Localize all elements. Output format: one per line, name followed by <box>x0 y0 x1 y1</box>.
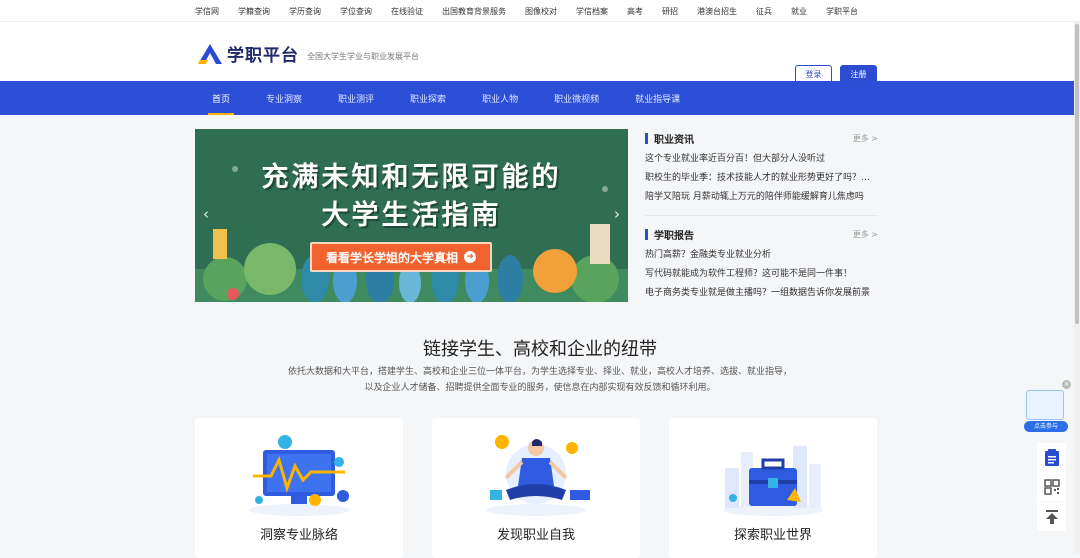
logo-mark-icon <box>196 43 224 65</box>
top-link-xuezhi[interactable]: 学职平台 <box>826 6 858 17</box>
top-links: 学信网 学籍查询 学历查询 学位查询 在线验证 出国教育背景服务 图像校对 学信… <box>195 0 877 22</box>
side-tool-back-to-top[interactable] <box>1037 502 1066 531</box>
banner-headline-2: 大学生活指南 <box>321 200 502 231</box>
meditation-person-icon <box>486 435 590 516</box>
chevron-left-icon[interactable]: ‹ <box>203 205 209 223</box>
career-report-item[interactable]: 写代码就能成为软件工程师？这可能不是同一件事！ <box>645 265 878 284</box>
back-to-top-icon <box>1045 509 1058 524</box>
top-link-xueji[interactable]: 学籍查询 <box>238 6 270 17</box>
section-description: 依托大数据和大平台，搭建学生、高校和企业三位一体平台，为学生选择专业、择业、就业… <box>270 364 810 396</box>
career-report-item[interactable]: 电子商务类专业就是做主播吗？一组数据告诉你发展前景 <box>645 284 878 303</box>
side-tool-notes[interactable] <box>1037 443 1066 472</box>
career-news-item[interactable]: 职校生的毕业季：技术技能人才的就业形势更好了吗？（二） <box>645 169 878 188</box>
top-link-zhengbing[interactable]: 征兵 <box>756 6 772 17</box>
close-icon[interactable]: × <box>1062 380 1071 389</box>
feature-card-caption: 发现职业自我 <box>496 528 575 543</box>
top-link-gaokao[interactable]: 高考 <box>627 6 643 17</box>
floating-promo[interactable]: 点击参与 × <box>1024 380 1071 434</box>
section-description-line: 依托大数据和大平台，搭建学生、高校和企业三位一体平台，为学生选择专业、择业、就业… <box>287 367 792 377</box>
section-marker <box>645 228 648 240</box>
career-news-panel: 职业资讯 更多 > 这个专业就业率近百分百！但大部分人没听过 职校生的毕业季：技… <box>645 130 878 207</box>
top-link-bar: 学信网 学籍查询 学历查询 学位查询 在线验证 出国教育背景服务 图像校对 学信… <box>0 0 1080 22</box>
feature-card-career-world[interactable]: 探索职业世界 <box>669 418 877 558</box>
hero-banner[interactable]: 充满未知和无限可能的 大学生活指南 看看学长学姐的大学真相 ➜ ‹ › <box>195 129 628 302</box>
career-report-more-link[interactable]: 更多 > <box>853 229 878 240</box>
scrollbar-thumb[interactable] <box>1075 24 1079 324</box>
career-report-title: 学职报告 <box>654 230 694 242</box>
document-icon <box>1044 448 1059 466</box>
site-logo[interactable]: 学职平台 全国大学生学业与职业发展平台 <box>196 41 419 66</box>
feature-card-caption: 洞察专业脉络 <box>259 528 338 543</box>
banner-cta-label: 看看学长学姐的大学真相 <box>326 250 459 265</box>
top-link-archive[interactable]: 学信档案 <box>576 6 608 17</box>
chevron-right-icon[interactable]: › <box>614 205 620 223</box>
top-link-jiuye[interactable]: 就业 <box>791 6 807 17</box>
career-news-item[interactable]: 陪学又陪玩 月薪动辄上万元的陪伴师能缓解育儿焦虑吗 <box>645 188 878 207</box>
banner-cta-button[interactable]: 看看学长学姐的大学真相 ➜ <box>310 242 493 272</box>
monitor-chart-icon <box>249 435 349 516</box>
nav-item-career-video[interactable]: 职业微视频 <box>542 81 611 115</box>
career-news-item[interactable]: 这个专业就业率近百分百！但大部分人没听过 <box>645 150 878 169</box>
logo-slogan: 全国大学生学业与职业发展平台 <box>307 52 419 61</box>
promo-board-icon <box>1026 390 1064 420</box>
nav-item-major-insight[interactable]: 专业洞察 <box>254 81 314 115</box>
top-link-xuewei[interactable]: 学位查询 <box>340 6 372 17</box>
top-link-verify[interactable]: 在线验证 <box>391 6 423 17</box>
qr-code-icon <box>1043 478 1060 495</box>
top-link-xueli[interactable]: 学历查询 <box>289 6 321 17</box>
floating-promo-label: 点击参与 <box>1024 421 1068 432</box>
side-tool-qrcode[interactable] <box>1037 472 1066 501</box>
career-news-more-link[interactable]: 更多 > <box>853 133 878 144</box>
top-link-abroad[interactable]: 出国教育背景服务 <box>442 6 506 17</box>
arrow-right-icon: ➜ <box>464 251 477 263</box>
page-scrollbar[interactable] <box>1074 22 1080 553</box>
top-link-image[interactable]: 图像校对 <box>525 6 557 17</box>
career-news-title: 职业资讯 <box>654 134 694 146</box>
main-nav: 首页 专业洞察 职业测评 职业探索 职业人物 职业微视频 就业指导课 <box>0 81 1080 115</box>
feature-card-caption: 探索职业世界 <box>733 528 812 543</box>
site-header: 学职平台 全国大学生学业与职业发展平台 登录 注册 <box>0 22 1080 84</box>
section-title: 链接学生、高校和企业的纽带 <box>423 339 657 360</box>
top-link-yanzhao[interactable]: 研招 <box>662 6 678 17</box>
briefcase-city-icon <box>723 446 823 516</box>
banner-headline-1: 充满未知和无限可能的 <box>261 162 562 193</box>
section-marker <box>645 132 648 144</box>
top-link-gangaotai[interactable]: 港澳台招生 <box>697 6 737 17</box>
nav-item-home[interactable]: 首页 <box>200 81 242 115</box>
career-report-header: 学职报告 更多 > <box>645 226 878 242</box>
career-report-item[interactable]: 热门高薪？金融类专业就业分析 <box>645 246 878 265</box>
feature-card-major-insight[interactable]: 洞察专业脉络 <box>195 418 403 558</box>
nav-item-career-test[interactable]: 职业测评 <box>326 81 386 115</box>
feature-card-self-discovery[interactable]: 发现职业自我 <box>432 418 640 558</box>
panel-divider <box>645 215 878 216</box>
career-news-header: 职业资讯 更多 > <box>645 130 878 146</box>
career-report-panel: 学职报告 更多 > 热门高薪？金融类专业就业分析 写代码就能成为软件工程师？这可… <box>645 226 878 303</box>
logo-text: 学职平台 <box>227 46 299 66</box>
section-description-line: 以及企业人才储备、招聘提供全面专业的服务，使信息在内部实现有效反馈和循环利用。 <box>364 383 716 393</box>
top-link-xuexin[interactable]: 学信网 <box>195 6 219 17</box>
nav-item-career-explore[interactable]: 职业探索 <box>398 81 458 115</box>
nav-item-career-people[interactable]: 职业人物 <box>470 81 530 115</box>
nav-item-guidance-course[interactable]: 就业指导课 <box>623 81 692 115</box>
